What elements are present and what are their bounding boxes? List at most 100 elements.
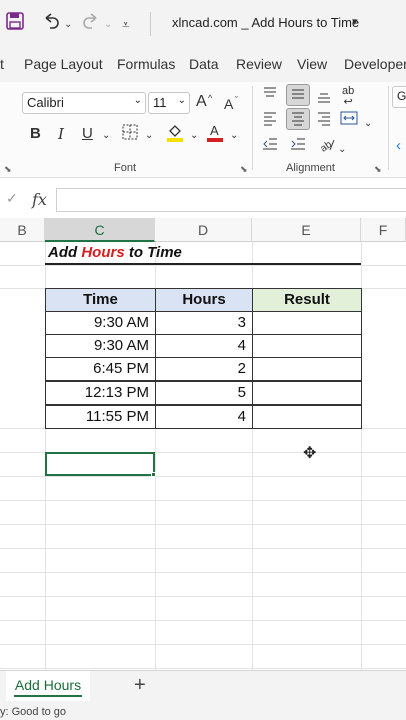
borders-icon[interactable] <box>122 124 138 146</box>
align-center-icon[interactable] <box>290 110 306 132</box>
decrease-indent-icon[interactable] <box>262 136 278 158</box>
hours-cell[interactable]: 3 <box>155 311 253 335</box>
result-cell[interactable] <box>252 357 362 381</box>
title-separator <box>150 12 151 36</box>
hours-cell[interactable]: 2 <box>155 357 253 381</box>
tab-view[interactable]: View <box>297 56 327 72</box>
bold-button[interactable]: B <box>30 124 41 144</box>
ribbon-tabs: t Page Layout Formulas Data Review View … <box>0 48 406 82</box>
font-size-select[interactable]: 11 ⌄ <box>148 92 190 114</box>
font-color-dropdown-icon[interactable]: ⌄ <box>230 126 238 146</box>
tab-page-layout[interactable]: Page Layout <box>24 56 103 72</box>
redo-icon[interactable] <box>82 12 100 36</box>
time-cell[interactable]: 6:45 PM <box>45 357 156 381</box>
sheet-heading: Add Hours to Time <box>48 244 182 261</box>
merge-center-icon[interactable] <box>340 110 358 132</box>
hours-cell[interactable]: 5 <box>155 381 253 405</box>
align-right-icon[interactable] <box>316 110 332 132</box>
fill-color-dropdown-icon[interactable]: ⌄ <box>190 126 198 146</box>
save-icon[interactable] <box>6 12 24 36</box>
result-cell[interactable] <box>252 381 362 405</box>
shrink-font-button[interactable]: A <box>224 94 233 114</box>
column-header-d[interactable]: D <box>155 218 252 242</box>
add-sheet-button[interactable]: + <box>134 674 146 697</box>
top-align-icon[interactable] <box>262 86 278 108</box>
gridline <box>0 265 406 266</box>
undo-dropdown-icon[interactable]: ⌄ <box>64 13 72 37</box>
hours-cell[interactable]: 4 <box>155 334 253 358</box>
chevron-down-icon: ⌄ <box>177 95 186 106</box>
clipboard-launcher-icon[interactable]: ⬊ <box>4 164 12 175</box>
fx-icon[interactable]: fx <box>32 190 47 209</box>
window-title: xlncad.com _ Add Hours to Time <box>172 15 360 30</box>
grow-font-button[interactable]: A <box>196 92 207 112</box>
merge-dropdown-icon[interactable]: ⌄ <box>364 114 372 134</box>
check-icon[interactable]: ✓ <box>6 190 18 207</box>
cell-cursor-icon: ✥ <box>303 445 317 462</box>
header-cell-result[interactable]: Result <box>252 288 362 312</box>
time-cell[interactable]: 12:13 PM <box>45 381 156 405</box>
increase-indent-icon[interactable] <box>290 136 306 158</box>
header-cell-time[interactable]: Time <box>45 288 156 312</box>
align-left-icon[interactable] <box>262 110 278 132</box>
underline-dropdown-icon[interactable]: ⌄ <box>102 126 110 146</box>
italic-button[interactable]: I <box>58 124 64 144</box>
font-group-label: Font <box>114 162 137 174</box>
column-header-b[interactable]: B <box>0 218 45 242</box>
gridline <box>0 668 406 669</box>
font-size-value: 11 <box>153 95 167 110</box>
redo-dropdown-icon[interactable]: ⌄ <box>104 13 112 37</box>
underline-button[interactable]: U <box>82 124 93 144</box>
shrink-caret-icon: ˇ <box>235 95 238 105</box>
heading-part-3: to Time <box>124 244 182 261</box>
column-header-f[interactable]: F <box>361 218 406 242</box>
orientation-dropdown-icon[interactable]: ⌄ <box>338 140 346 160</box>
gridline <box>0 596 406 597</box>
customize-qat-icon[interactable]: ⩡ <box>122 13 129 37</box>
alignment-launcher-icon[interactable]: ⬊ <box>374 164 382 175</box>
borders-dropdown-icon[interactable]: ⌄ <box>145 126 153 146</box>
gridline <box>0 500 406 501</box>
ribbon-body: Calibri ⌄ 11 ⌄ A ^ A ˇ B I U ⌄ ⌄ ⌄ A ⌄ ⬊… <box>0 82 406 178</box>
undo-icon[interactable] <box>42 12 60 36</box>
title-caret-icon[interactable]: ▾ <box>352 15 358 28</box>
number-format-partial-icon[interactable]: ‹ <box>396 136 401 156</box>
middle-align-icon[interactable] <box>290 86 306 108</box>
tab-review[interactable]: Review <box>236 56 282 72</box>
font-color-icon[interactable]: A <box>206 122 224 148</box>
number-format-select[interactable]: G <box>392 86 406 108</box>
header-cell-hours[interactable]: Hours <box>155 288 253 312</box>
result-cell[interactable] <box>252 311 362 335</box>
active-cell[interactable] <box>45 452 155 476</box>
column-header-c[interactable]: C <box>45 218 155 242</box>
result-cell[interactable] <box>252 405 362 429</box>
worksheet-grid[interactable]: Add Hours to Time Time Hours Result 9:30… <box>0 242 406 670</box>
tab-developer[interactable]: Developer <box>344 56 406 72</box>
wrap-text-icon[interactable]: ab ↩ <box>342 86 354 108</box>
orientation-icon[interactable]: ab <box>318 136 336 158</box>
tab-formulas[interactable]: Formulas <box>117 56 175 72</box>
gridline <box>0 476 406 477</box>
time-cell[interactable]: 9:30 AM <box>45 334 156 358</box>
formula-input[interactable] <box>56 188 406 212</box>
font-launcher-icon[interactable]: ⬊ <box>240 164 248 175</box>
result-cell[interactable] <box>252 334 362 358</box>
fill-color-icon[interactable] <box>166 122 184 148</box>
hours-cell[interactable]: 4 <box>155 405 253 429</box>
gridline <box>0 644 406 645</box>
column-header-e[interactable]: E <box>252 218 361 242</box>
gridline <box>0 620 406 621</box>
tab-home-partial[interactable]: t <box>0 56 4 72</box>
time-cell[interactable]: 9:30 AM <box>45 311 156 335</box>
gridline <box>0 524 406 525</box>
font-name-select[interactable]: Calibri ⌄ <box>22 92 146 114</box>
tab-data[interactable]: Data <box>189 56 219 72</box>
group-divider <box>388 86 389 170</box>
font-name-value: Calibri <box>27 95 64 110</box>
active-sheet-underline <box>14 695 82 697</box>
fill-handle[interactable] <box>151 472 156 477</box>
gridline <box>0 548 406 549</box>
time-cell[interactable]: 11:55 PM <box>45 405 156 429</box>
bottom-align-icon[interactable] <box>316 88 332 110</box>
formula-bar: ✓ fx <box>0 186 406 214</box>
